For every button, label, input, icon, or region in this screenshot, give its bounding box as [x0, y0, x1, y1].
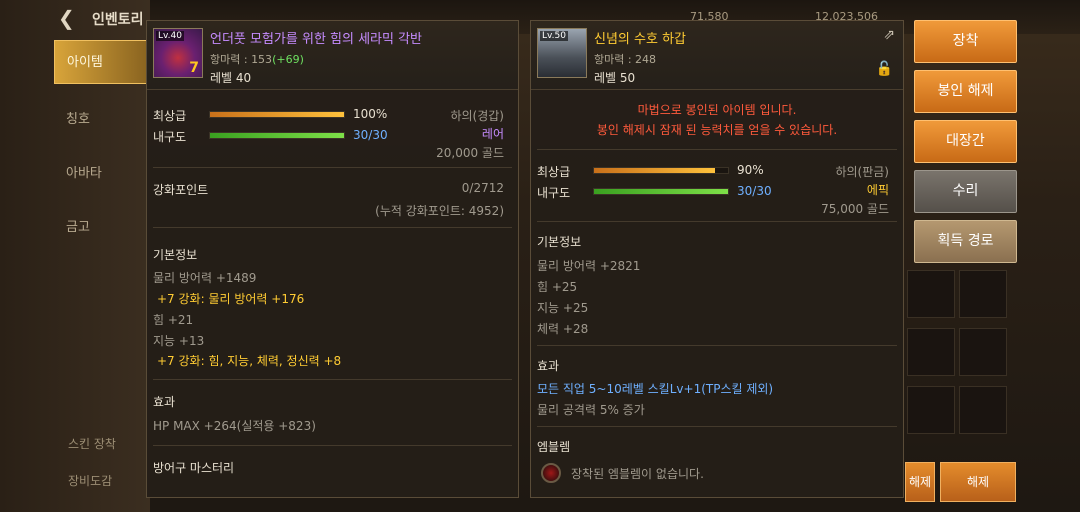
basic-stat-line: 지능 +25 — [537, 301, 589, 315]
durability-value: 30/30 — [353, 128, 388, 142]
basic-info-title: 기본정보 — [537, 235, 582, 249]
rarity: 에픽 — [866, 183, 889, 197]
inventory-slot[interactable] — [907, 270, 955, 318]
inventory-slot[interactable] — [907, 328, 955, 376]
sealed-notice-line-2: 봉인 해제시 잠재 된 능력치를 얻을 수 있습니다. — [596, 123, 838, 137]
item-resist-stat: 항마력 : 153(+69) — [210, 51, 304, 67]
grade-value: 100% — [353, 107, 388, 121]
equip-button[interactable]: 장착 — [914, 20, 1017, 63]
divider — [153, 445, 512, 446]
divider — [537, 149, 897, 150]
tab-avatar[interactable]: 아바타 — [54, 152, 148, 196]
resist-value: 153 — [251, 53, 273, 66]
tab-title[interactable]: 칭호 — [54, 98, 148, 142]
divider — [153, 379, 512, 380]
grade-label: 최상급 — [537, 165, 571, 179]
item-name: 신념의 수호 하갑 — [594, 32, 686, 47]
inventory-slot[interactable] — [907, 386, 955, 434]
grade-bar — [593, 167, 729, 174]
enhance-total: (누적 강화포인트: 4952) — [375, 204, 504, 218]
item-resist-stat: 항마력 : 248 — [594, 53, 657, 66]
blacksmith-button[interactable]: 대장간 — [914, 120, 1017, 163]
tab-vault[interactable]: 금고 — [54, 206, 148, 250]
durability-label: 내구도 — [153, 130, 187, 144]
mastery-title: 방어구 마스터리 — [153, 461, 235, 475]
resist-label: 항마력 : — [210, 53, 252, 66]
tab-item[interactable]: 아이템 — [54, 40, 148, 84]
bottom-release-button-2[interactable]: 해제 — [940, 462, 1016, 502]
price: 75,000 골드 — [821, 202, 889, 216]
item-icon: Lv.40 7 — [153, 28, 203, 78]
basic-stat-line: 힘 +25 — [537, 280, 578, 294]
effect-title: 효과 — [153, 395, 176, 409]
enhance-value: 0/2712 — [461, 181, 504, 195]
inventory-slot[interactable] — [959, 386, 1007, 434]
basic-stat-line: 힘 +21 — [153, 313, 194, 327]
basic-stat-line: 물리 방어력 +2821 — [537, 259, 641, 273]
divider — [537, 221, 897, 222]
repair-button[interactable]: 수리 — [914, 170, 1017, 213]
durability-value: 30/30 — [737, 184, 772, 198]
selected-item-tooltip: Lv.50 신념의 수호 하갑 항마력 : 248 레벨 50 ⇗ 🔓 마법으로… — [530, 20, 904, 498]
effect-line: 모든 직업 5~10레벨 스킬Lv+1(TP스킬 제외) — [537, 382, 774, 396]
durability-label: 내구도 — [537, 186, 571, 200]
divider — [537, 426, 897, 427]
grade-value: 90% — [737, 163, 764, 177]
lock-icon[interactable]: 🔓 — [876, 61, 893, 77]
equipped-item-tooltip: Lv.40 7 언더풋 모험가를 위한 힘의 세라믹 각반 항마력 : 153(… — [146, 20, 519, 498]
enhance-stat-line: +7 강화: 물리 방어력 +176 — [157, 292, 305, 306]
sealed-notice-line-1: 마법으로 봉인된 아이템 입니다. — [637, 103, 797, 117]
back-arrow-icon[interactable]: ❮ — [58, 6, 75, 30]
grade-label: 최상급 — [153, 109, 187, 123]
price: 20,000 골드 — [436, 146, 504, 160]
emblem-title: 엠블렘 — [537, 440, 571, 454]
item-name: 언더풋 모험가를 위한 힘의 세라믹 각반 — [210, 32, 423, 47]
inventory-slot[interactable] — [959, 328, 1007, 376]
bottom-release-button-1[interactable]: 해제 — [905, 462, 935, 502]
emblem-slot-icon — [541, 463, 561, 483]
unseal-button[interactable]: 봉인 해제 — [914, 70, 1017, 113]
effect-title: 효과 — [537, 359, 560, 373]
divider — [153, 167, 512, 168]
emblem-text: 장착된 엠블렘이 없습니다. — [571, 467, 704, 481]
item-level: 레벨 50 — [594, 71, 636, 85]
slot-type: 하의(경갑) — [450, 109, 504, 123]
basic-info-title: 기본정보 — [153, 248, 198, 262]
acquire-path-button[interactable]: 획득 경로 — [914, 220, 1017, 263]
basic-stat-line: 지능 +13 — [153, 334, 205, 348]
durability-bar — [593, 188, 729, 195]
equipment-codex-link[interactable]: 장비도감 — [68, 472, 112, 489]
page-title: 인벤토리 — [92, 12, 144, 28]
basic-stat-line: 체력 +28 — [537, 322, 589, 336]
rarity: 레어 — [481, 127, 504, 141]
basic-stat-line: 물리 방어력 +1489 — [153, 271, 257, 285]
slot-type: 하의(판금) — [835, 165, 889, 179]
item-icon: Lv.50 — [537, 28, 587, 78]
divider — [153, 227, 512, 228]
durability-bar — [209, 132, 345, 139]
item-header: Lv.50 신념의 수호 하갑 항마력 : 248 레벨 50 ⇗ 🔓 — [531, 21, 903, 90]
enhance-label: 강화포인트 — [153, 183, 209, 197]
grade-bar — [209, 111, 345, 118]
enhance-badge: 7 — [189, 60, 199, 76]
item-header: Lv.40 7 언더풋 모험가를 위한 힘의 세라믹 각반 항마력 : 153(… — [147, 21, 518, 90]
item-level: 레벨 40 — [210, 71, 252, 85]
effect-line: HP MAX +264(실적용 +823) — [153, 419, 316, 433]
resist-bonus: (+69) — [272, 53, 304, 66]
share-icon[interactable]: ⇗ — [883, 27, 895, 43]
inventory-slot[interactable] — [959, 270, 1007, 318]
divider — [537, 345, 897, 346]
level-badge: Lv.40 — [156, 31, 184, 41]
level-badge: Lv.50 — [540, 31, 568, 41]
effect-line: 물리 공격력 5% 증가 — [537, 403, 645, 417]
skin-equip-link[interactable]: 스킨 장착 — [68, 435, 116, 452]
enhance-stat-line: +7 강화: 힘, 지능, 체력, 정신력 +8 — [157, 354, 342, 368]
